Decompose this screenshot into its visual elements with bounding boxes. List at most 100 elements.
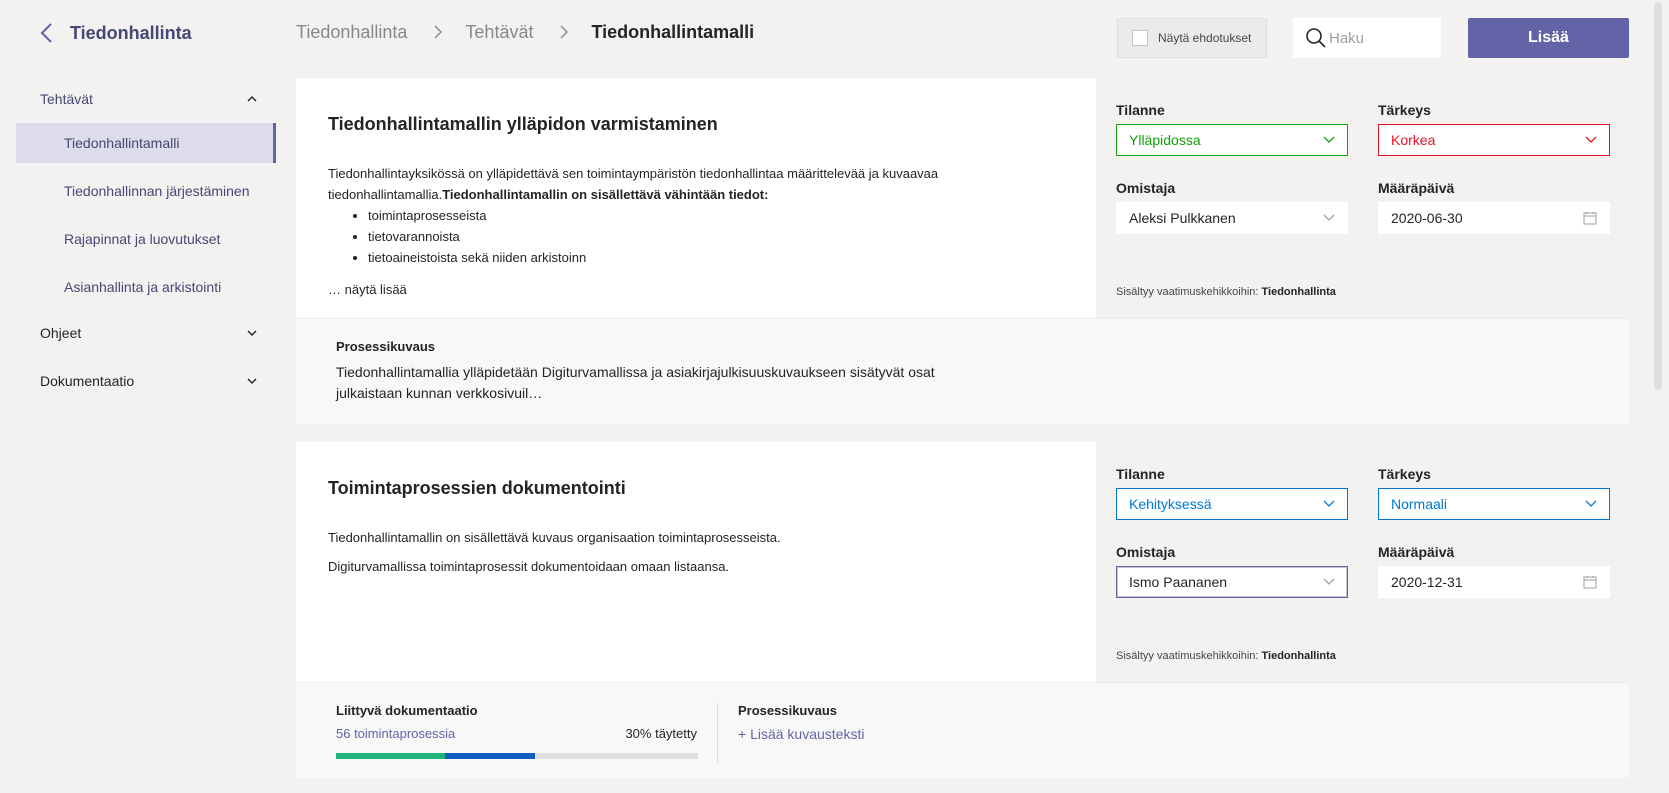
add-button[interactable]: Lisää: [1468, 18, 1629, 58]
search-box[interactable]: [1293, 18, 1441, 58]
priority-value: Normaali: [1391, 496, 1448, 512]
owner-value: Ismo Paananen: [1129, 574, 1228, 590]
desc-paragraph: Tiedonhallintamallin on sisällettävä kuv…: [328, 530, 781, 545]
process-text: Tiedonhallintamallia ylläpidetään Digitu…: [336, 364, 935, 401]
owner-label: Omistaja: [1116, 180, 1176, 196]
app-title-text: Tiedonhallinta: [70, 22, 192, 43]
breadcrumb: Tiedonhallinta Tehtävät Tiedonhallintama…: [296, 20, 754, 44]
priority-value: Korkea: [1391, 132, 1436, 148]
task-title: Toimintaprosessien dokumentointi: [328, 478, 626, 498]
nav-group-tehtavat[interactable]: Tehtävät: [16, 75, 276, 123]
show-more: … näytä lisää: [328, 282, 1064, 297]
show-suggestions-label: Näytä ehdotukset: [1158, 31, 1252, 45]
progress-fill-green: [336, 753, 445, 759]
owner-value: Aleksi Pulkkanen: [1129, 210, 1236, 226]
documentation-section: Liittyvä dokumentaatio 56 toimintaproses…: [296, 682, 1629, 778]
nav-group-label: Ohjeet: [40, 325, 82, 341]
included-value: Tiedonhallinta: [1261, 286, 1336, 298]
show-suggestions-toggle[interactable]: Näytä ehdotukset: [1117, 18, 1267, 58]
sidebar-item-tiedonhallinnan-jarjestaminen[interactable]: Tiedonhallinnan järjestäminen: [16, 171, 276, 211]
status-value: Ylläpidossa: [1129, 132, 1201, 148]
task-title: Tiedonhallintamallin ylläpidon varmistam…: [328, 114, 718, 134]
status-label: Tilanne: [1116, 102, 1165, 118]
desc-bold: Tiedonhallintamallin on sisällettävä väh…: [442, 187, 769, 202]
due-date-label: Määräpäivä: [1378, 544, 1455, 560]
sidebar-item-tiedonhallintamalli[interactable]: Tiedonhallintamalli: [16, 123, 276, 163]
chevron-down-icon: [1323, 214, 1335, 221]
search-icon: [1306, 28, 1326, 48]
breadcrumb-item-current: Tiedonhallintamalli: [591, 21, 755, 42]
desc-paragraph: Digiturvamallissa toimintaprosessit doku…: [328, 559, 730, 574]
sidebar: Tiedonhallinta Tehtävät Tiedonhallintama…: [0, 0, 276, 793]
chevron-down-icon: [1585, 136, 1597, 143]
related-docs-link[interactable]: 56 toimintaprosessia: [336, 726, 455, 741]
priority-dropdown[interactable]: Korkea: [1378, 124, 1610, 156]
task-card-side: Tilanne Ylläpidossa Tärkeys Korkea Omist…: [1096, 78, 1629, 318]
chevron-right-icon: [560, 25, 569, 39]
task-card-side: Tilanne Kehityksessä Tärkeys Normaali Om…: [1096, 442, 1629, 682]
show-more-prefix: …: [328, 282, 345, 297]
priority-label: Tärkeys: [1378, 102, 1431, 118]
priority-dropdown[interactable]: Normaali: [1378, 488, 1610, 520]
app-title: Tiedonhallinta: [38, 22, 192, 44]
task-description: Tiedonhallintamallin on sisällettävä kuv…: [328, 527, 1064, 577]
progress-text: 30% täytetty: [625, 726, 697, 741]
task-card-main: Tiedonhallintamallin ylläpidon varmistam…: [296, 78, 1096, 318]
nav-group-label: Tehtävät: [40, 91, 93, 107]
sidebar-item-rajapinnat[interactable]: Rajapinnat ja luovutukset: [16, 219, 276, 259]
included-prefix: Sisältyy vaatimuskehikkoihin:: [1116, 650, 1262, 662]
chevron-up-icon: [247, 96, 257, 102]
progress-fill-blue: [444, 753, 536, 759]
progress-bar: [336, 753, 698, 759]
nav-group-dokumentaatio[interactable]: Dokumentaatio: [16, 357, 276, 405]
chevron-down-icon: [247, 378, 257, 384]
chevron-down-icon: [247, 330, 257, 336]
chevron-down-icon: [1585, 500, 1597, 507]
task-card-1: Tiedonhallintamallin ylläpidon varmistam…: [296, 78, 1629, 424]
search-input[interactable]: [1329, 29, 1439, 47]
sidebar-item-asianhallinta[interactable]: Asianhallinta ja arkistointi: [16, 267, 276, 307]
nav-group-label: Dokumentaatio: [40, 373, 135, 389]
scrollbar-thumb[interactable]: [1654, 2, 1662, 390]
add-description-link[interactable]: + Lisää kuvausteksti: [738, 726, 864, 742]
calendar-icon[interactable]: [1583, 211, 1597, 225]
status-value: Kehityksessä: [1129, 496, 1212, 512]
included-prefix: Sisältyy vaatimuskehikkoihin:: [1116, 286, 1262, 298]
included-frameworks: Sisältyy vaatimuskehikkoihin: Tiedonhall…: [1116, 286, 1336, 298]
process-section: Prosessikuvaus Tiedonhallintamallia yllä…: [296, 318, 1629, 424]
owner-dropdown[interactable]: Ismo Paananen: [1116, 566, 1348, 598]
task-card-main: Toimintaprosessien dokumentointi Tiedonh…: [296, 442, 1096, 682]
related-docs: Liittyvä dokumentaatio 56 toimintaproses…: [336, 703, 718, 763]
process-section: Prosessikuvaus + Lisää kuvausteksti: [718, 703, 864, 778]
related-docs-label: Liittyvä dokumentaatio: [336, 703, 478, 718]
task-card-2: Toimintaprosessien dokumentointi Tiedonh…: [296, 442, 1629, 778]
checkbox-icon[interactable]: [1132, 30, 1148, 46]
due-date-value: 2020-06-30: [1391, 210, 1463, 226]
calendar-icon[interactable]: [1583, 575, 1597, 589]
sidebar-nav: Tehtävät Tiedonhallintamalli Tiedonhalli…: [16, 75, 276, 405]
due-date-field[interactable]: 2020-12-31: [1378, 566, 1610, 598]
breadcrumb-item-tiedonhallinta[interactable]: Tiedonhallinta: [296, 22, 407, 43]
status-dropdown[interactable]: Ylläpidossa: [1116, 124, 1348, 156]
chevron-down-icon: [1323, 500, 1335, 507]
status-dropdown[interactable]: Kehityksessä: [1116, 488, 1348, 520]
list-item: toimintaprosesseista: [368, 205, 1064, 226]
included-frameworks: Sisältyy vaatimuskehikkoihin: Tiedonhall…: [1116, 650, 1336, 662]
process-label: Prosessikuvaus: [336, 339, 436, 354]
owner-dropdown[interactable]: Aleksi Pulkkanen: [1116, 202, 1348, 234]
priority-label: Tärkeys: [1378, 466, 1431, 482]
due-date-field[interactable]: 2020-06-30: [1378, 202, 1610, 234]
breadcrumb-item-tehtavat[interactable]: Tehtävät: [465, 22, 533, 43]
chevron-down-icon: [1323, 136, 1335, 143]
nav-group-ohjeet[interactable]: Ohjeet: [16, 309, 276, 357]
show-more-link[interactable]: näytä lisää: [345, 282, 407, 297]
status-label: Tilanne: [1116, 466, 1165, 482]
due-date-value: 2020-12-31: [1391, 574, 1463, 590]
chevron-right-icon: [434, 25, 443, 39]
desc-list: toimintaprosesseista tietovarannoista ti…: [368, 205, 1064, 268]
due-date-label: Määräpäivä: [1378, 180, 1455, 196]
list-item: tietoaineistoista sekä niiden arkistoinn: [368, 247, 1064, 268]
included-value: Tiedonhallinta: [1261, 650, 1336, 662]
back-chevron-icon[interactable]: [38, 22, 56, 44]
list-item: tietovarannoista: [368, 226, 1064, 247]
